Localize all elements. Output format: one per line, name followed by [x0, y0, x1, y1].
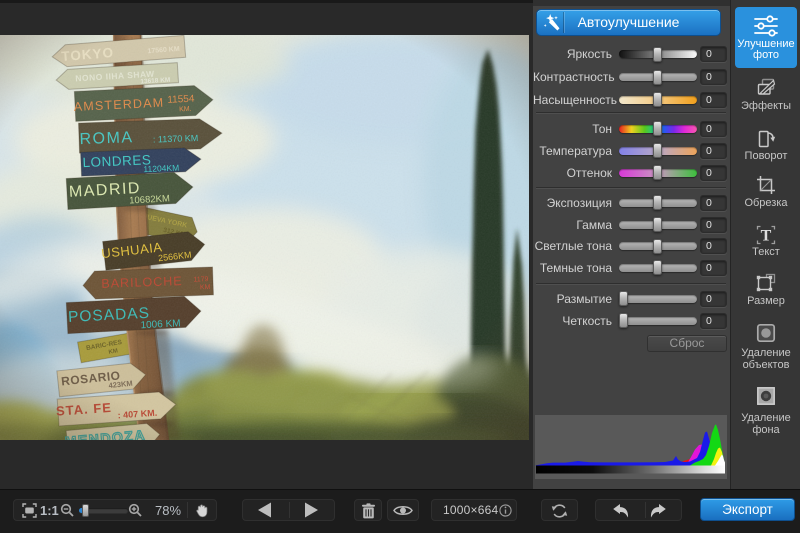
svg-text:T: T: [761, 228, 772, 245]
